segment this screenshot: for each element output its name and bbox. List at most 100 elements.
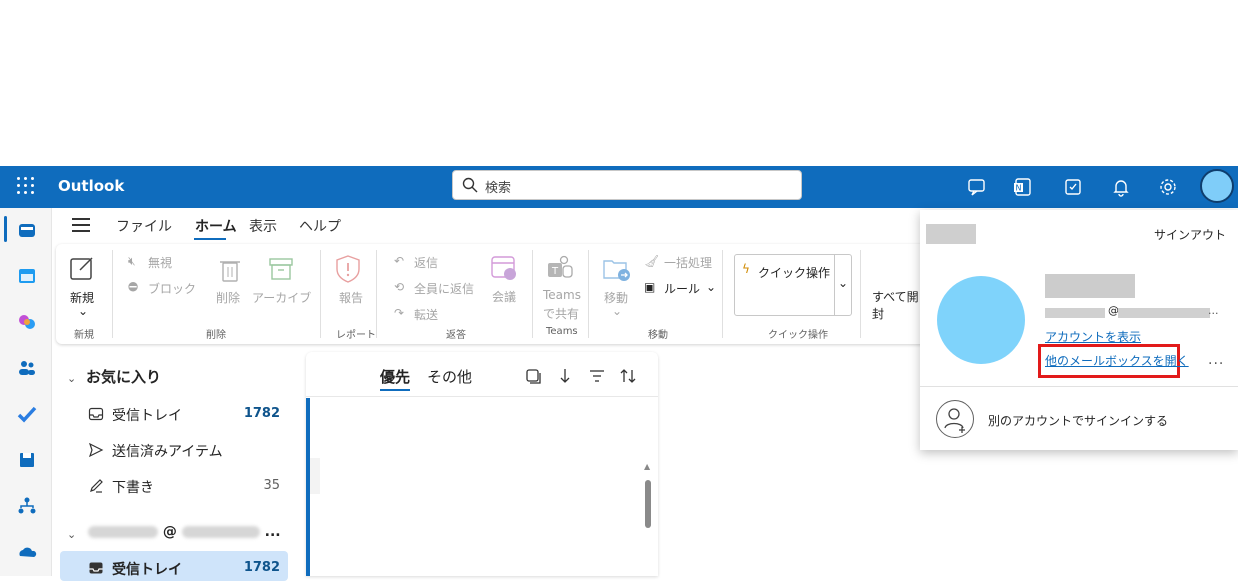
chevron-down-icon[interactable]: ⌄ [612, 304, 622, 318]
select-mode-icon[interactable] [524, 367, 542, 385]
group-new-label: 新規 [74, 330, 94, 341]
redacted-email-local [1045, 308, 1105, 318]
teams-share-line1[interactable]: Teams [543, 288, 581, 302]
chevron-down-icon[interactable]: ⌄ [67, 372, 79, 385]
chat-icon[interactable] [966, 176, 988, 198]
folder-label: 下書き [112, 480, 154, 496]
block-icon: ⛔︎ [128, 280, 139, 294]
folder-label: 受信トレイ [112, 408, 182, 424]
profile-avatar[interactable] [937, 276, 1025, 364]
chevron-down-icon[interactable]: ⌄ [67, 528, 79, 541]
send-icon [88, 442, 104, 458]
menu-file[interactable]: ファイル [116, 216, 172, 236]
ribbon: 新規 ⌄ 新規 🔇︎ 無視 ⛔︎ ブロック 削除 アーカイブ 削除 報告 レポー… [56, 244, 926, 344]
forward-icon: ↷ [394, 306, 405, 320]
org-icon[interactable] [17, 496, 37, 516]
group-quick-label: クイック操作 [768, 330, 828, 341]
menu-help[interactable]: ヘルプ [299, 216, 341, 236]
archive-button[interactable]: アーカイブ [252, 289, 311, 306]
account-header[interactable]: @ ... [88, 524, 281, 540]
sort-icon[interactable] [619, 367, 637, 385]
chevron-down-icon[interactable]: ⌄ [706, 280, 716, 294]
draft-count: 35 [263, 478, 280, 493]
block-button[interactable]: ブロック [148, 280, 196, 297]
mark-all-read-button[interactable]: すべて開封 [872, 288, 926, 322]
folder-sent[interactable]: 送信済みアイテム [52, 435, 300, 465]
more-options-button[interactable]: ... [1208, 352, 1224, 368]
copilot-icon[interactable] [17, 312, 37, 332]
rules-button[interactable]: ルール [664, 280, 700, 297]
sign-out-link[interactable]: サインアウト [1154, 226, 1226, 243]
ribbon-separator [376, 250, 377, 338]
open-other-mailbox-link[interactable]: 他のメールボックスを開く [1045, 352, 1189, 369]
my-day-icon[interactable] [1062, 176, 1084, 198]
bell-icon[interactable] [1110, 176, 1132, 198]
people-icon[interactable] [17, 358, 37, 378]
svg-text:N: N [1016, 184, 1022, 193]
menu-view[interactable]: 表示 [249, 216, 277, 236]
shield-icon [336, 255, 360, 283]
menu-home[interactable]: ホーム [195, 216, 237, 236]
hamburger-icon[interactable] [72, 218, 90, 232]
add-account-icon[interactable] [936, 400, 974, 438]
mail-icon[interactable] [17, 220, 37, 240]
app-launcher-icon[interactable] [17, 177, 35, 195]
reply-all-icon: ⟲ [394, 280, 405, 294]
account-avatar-button[interactable] [1200, 169, 1234, 203]
save-icon[interactable] [17, 450, 37, 470]
delete-button[interactable]: 削除 [216, 289, 240, 306]
pencil-icon [90, 479, 103, 493]
meeting-button[interactable]: 会議 [492, 288, 516, 305]
group-move-label: 移動 [648, 330, 668, 341]
ribbon-separator [532, 250, 533, 338]
scroll-up-arrow[interactable]: ▲ [644, 462, 650, 471]
search-box[interactable]: 検索 [452, 170, 802, 200]
view-account-link[interactable]: アカウントを表示 [1045, 328, 1141, 345]
rail-selection-indicator [4, 216, 7, 242]
lightning-icon: ϟ [742, 262, 750, 276]
folder-inbox[interactable]: 受信トレイ 1782 [52, 399, 300, 429]
top-bar: Outlook 検索 N [0, 166, 1238, 208]
onenote-icon[interactable]: N [1012, 176, 1034, 198]
gear-icon[interactable] [1157, 176, 1179, 198]
app-title[interactable]: Outlook [58, 177, 124, 195]
inbox-icon [88, 407, 104, 421]
filter-icon[interactable] [588, 367, 606, 385]
ribbon-separator [588, 250, 589, 338]
chevron-down-icon: ⌄ [838, 276, 849, 290]
folder-drafts[interactable]: 下書き 35 [52, 471, 300, 501]
folder-label: 受信トレイ [112, 562, 182, 578]
group-teams-label: Teams [546, 326, 578, 337]
folder-move-icon [603, 260, 630, 281]
ignore-button[interactable]: 無視 [148, 254, 172, 271]
sweep-button[interactable]: 一括処理 [664, 254, 712, 271]
sign-in-other-account[interactable]: 別のアカウントでサインインする [988, 412, 1168, 429]
active-tab-underline [194, 238, 226, 240]
tab-other[interactable]: その他 [427, 366, 472, 387]
account-folder-inbox[interactable]: 受信トレイ 1782 [52, 553, 300, 583]
chevron-down-icon[interactable]: ⌄ [78, 304, 88, 318]
report-button[interactable]: 報告 [339, 289, 363, 306]
teams-share-line2[interactable]: で共有 [543, 305, 579, 322]
reply-button[interactable]: 返信 [414, 254, 438, 271]
email-ellipsis: ... [1208, 304, 1219, 317]
teams-icon: T [548, 255, 573, 278]
account-flyout: サインアウト @ ... アカウントを表示 他のメールボックスを開く ... 別… [920, 210, 1238, 450]
group-delete-label: 削除 [206, 330, 226, 341]
favorites-header[interactable]: お気に入り [86, 366, 161, 387]
folder-pane: ⌄ お気に入り 受信トレイ 1782 送信済みアイテム 下書き 35 ⌄ @ .… [52, 350, 300, 581]
redacted-account-domain [181, 526, 260, 538]
divider [920, 386, 1238, 387]
jump-down-icon[interactable] [556, 367, 574, 385]
calendar-icon[interactable] [17, 266, 37, 286]
scrollbar-thumb[interactable] [645, 480, 651, 528]
reply-all-button[interactable]: 全員に返信 [414, 280, 474, 297]
active-tab-underline [380, 389, 410, 391]
forward-button[interactable]: 転送 [414, 306, 438, 323]
onedrive-icon[interactable] [17, 542, 37, 562]
tab-focused[interactable]: 優先 [380, 366, 410, 387]
todo-icon[interactable] [17, 404, 37, 424]
rules-icon: ▣ [644, 280, 656, 294]
compose-icon[interactable] [68, 254, 96, 282]
quick-action-dropdown[interactable]: ⌄ [834, 254, 852, 316]
